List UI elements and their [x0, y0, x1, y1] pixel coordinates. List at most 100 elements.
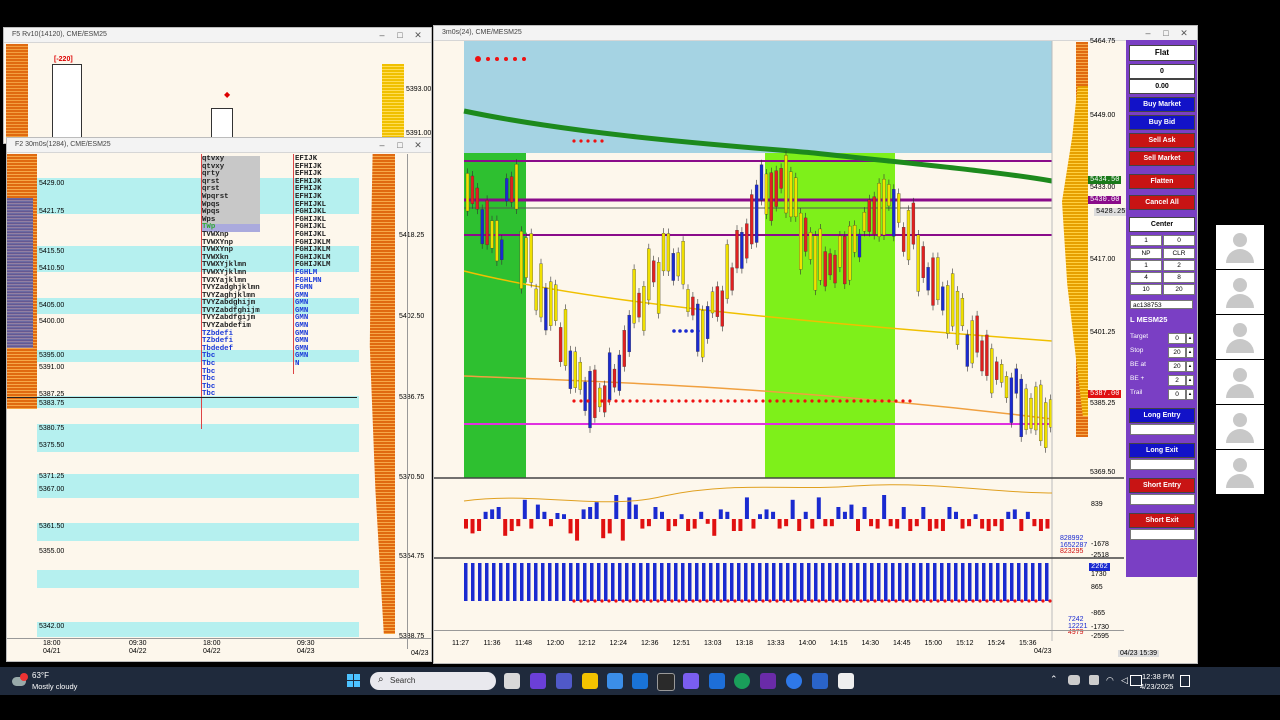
quantity-preset-button[interactable]: 20 — [1163, 284, 1195, 295]
sell-market-button[interactable]: Sell Market — [1129, 151, 1195, 166]
app-icon[interactable] — [657, 673, 675, 691]
wifi-icon[interactable]: ◠ — [1106, 675, 1114, 686]
quantity-preset-button[interactable]: 4 — [1130, 272, 1162, 283]
short-entry-select[interactable] — [1130, 494, 1195, 505]
center-button[interactable]: Center — [1129, 217, 1195, 232]
cancel-all-button[interactable]: Cancel All — [1129, 195, 1195, 210]
clock-time[interactable]: 12:38 PM — [1142, 672, 1174, 681]
teams-icon[interactable] — [556, 673, 572, 689]
tray-icon[interactable] — [1089, 675, 1099, 685]
file-explorer-icon[interactable] — [582, 673, 598, 689]
long-exit-select[interactable] — [1130, 459, 1195, 470]
quantity-preset-button[interactable]: CLR — [1163, 248, 1195, 259]
short-exit-button[interactable]: Short Exit — [1129, 513, 1195, 528]
edge-icon[interactable] — [734, 673, 750, 689]
app-icon[interactable] — [812, 673, 828, 689]
speaker-icon[interactable]: ◁ — [1121, 675, 1128, 686]
maximize-icon[interactable]: □ — [391, 28, 409, 42]
long-exit-button[interactable]: Long Exit — [1129, 443, 1195, 458]
notification-icon[interactable] — [1180, 675, 1190, 687]
stepper-arrows-icon[interactable]: ▴ — [1186, 389, 1194, 400]
tpo-window-titlebar[interactable]: F2 30m0s(1284), CME/ESM25 – □ ✕ — [7, 138, 431, 153]
search-input[interactable]: ⌕ Search — [370, 672, 496, 690]
candle-body — [598, 387, 602, 408]
chevron-up-icon[interactable]: ⌃ — [1050, 674, 1058, 685]
close-icon[interactable]: ✕ — [409, 28, 427, 42]
participant-avatar[interactable] — [1216, 315, 1264, 359]
candle-body — [838, 235, 842, 268]
close-icon[interactable]: ✕ — [409, 138, 427, 152]
windows-start-icon[interactable] — [347, 674, 361, 688]
quantity-field-2[interactable]: 0 — [1163, 235, 1195, 246]
copilot-icon[interactable] — [530, 673, 546, 689]
delta-bar — [895, 519, 900, 529]
quantity-preset-button[interactable]: 8 — [1163, 272, 1195, 283]
short-exit-select[interactable] — [1130, 529, 1195, 540]
delta-bar — [601, 519, 606, 539]
position-pnl: 0.00 — [1129, 79, 1195, 94]
buy-market-button[interactable]: Buy Market — [1129, 97, 1195, 112]
price-chart[interactable] — [434, 41, 1124, 641]
volume-bar — [597, 563, 601, 601]
task-view-icon[interactable] — [504, 673, 520, 689]
stepper-arrows-icon[interactable]: ▴ — [1186, 333, 1194, 344]
param-stepper[interactable]: 20 — [1168, 347, 1186, 358]
signal-dot — [1020, 599, 1024, 603]
minimize-icon[interactable]: – — [373, 28, 391, 42]
candle-body — [1029, 397, 1033, 429]
candle-body — [818, 228, 822, 281]
signal-dot — [782, 599, 786, 603]
weather-icon[interactable] — [12, 673, 28, 687]
quantity-preset-button[interactable]: 2 — [1163, 260, 1195, 271]
visual-studio-icon[interactable] — [760, 673, 776, 689]
stepper-arrows-icon[interactable]: ▴ — [1186, 347, 1194, 358]
long-entry-button[interactable]: Long Entry — [1129, 408, 1195, 423]
maximize-icon[interactable]: □ — [1157, 26, 1175, 40]
mini-right-profile — [382, 64, 404, 143]
quantity-stepper[interactable]: 1 — [1130, 235, 1162, 246]
flatten-button[interactable]: Flatten — [1129, 174, 1195, 189]
account-select[interactable]: ac138753 — [1130, 300, 1193, 309]
photos-icon[interactable] — [709, 673, 725, 689]
participant-avatar[interactable] — [1216, 270, 1264, 314]
position-status: Flat — [1129, 45, 1195, 61]
app-icon[interactable] — [683, 673, 699, 689]
close-icon[interactable]: ✕ — [1175, 26, 1193, 40]
tray-icon[interactable] — [1068, 675, 1080, 685]
short-entry-button[interactable]: Short Entry — [1129, 478, 1195, 493]
candle-body — [691, 296, 695, 316]
participant-avatar[interactable] — [1216, 360, 1264, 404]
stepper-arrows-icon[interactable]: ▴ — [1186, 361, 1194, 372]
minimize-icon[interactable]: – — [373, 138, 391, 152]
param-stepper[interactable]: 2 — [1168, 375, 1186, 386]
maximize-icon[interactable]: □ — [391, 138, 409, 152]
quantity-preset-button[interactable]: NP — [1130, 248, 1162, 259]
quantity-preset-button[interactable]: 1 — [1130, 260, 1162, 271]
signal-dot — [971, 599, 975, 603]
long-entry-select[interactable] — [1130, 424, 1195, 435]
mini-window-titlebar[interactable]: F5 Rv10(14120), CME/ESM25 – □ ✕ — [4, 28, 431, 43]
quantity-preset-button[interactable]: 10 — [1130, 284, 1162, 295]
zoom-icon[interactable] — [786, 673, 802, 689]
search-icon: ⌕ — [378, 674, 384, 685]
param-stepper[interactable]: 20 — [1168, 361, 1186, 372]
minimize-icon[interactable]: – — [1139, 26, 1157, 40]
chart-window-titlebar[interactable]: 3m0s(24), CME/MESM25 – □ ✕ — [434, 26, 1197, 41]
param-stepper[interactable]: 0 — [1168, 333, 1186, 344]
signal-dot — [696, 329, 700, 333]
stepper-arrows-icon[interactable]: ▴ — [1186, 375, 1194, 386]
participant-avatar[interactable] — [1216, 405, 1264, 449]
clock-date[interactable]: 4/23/2025 — [1140, 682, 1173, 691]
participant-avatar[interactable] — [1216, 450, 1264, 494]
participant-avatar[interactable] — [1216, 225, 1264, 269]
signal-dot — [678, 329, 682, 333]
signal-dot — [845, 399, 849, 403]
store-icon[interactable] — [607, 673, 623, 689]
sell-ask-button[interactable]: Sell Ask — [1129, 133, 1195, 148]
buy-bid-button[interactable]: Buy Bid — [1129, 115, 1195, 130]
delta-bar — [823, 519, 828, 527]
app-icon[interactable] — [838, 673, 854, 689]
outlook-icon[interactable] — [632, 673, 648, 689]
candle-body — [808, 231, 813, 260]
param-stepper[interactable]: 0 — [1168, 389, 1186, 400]
